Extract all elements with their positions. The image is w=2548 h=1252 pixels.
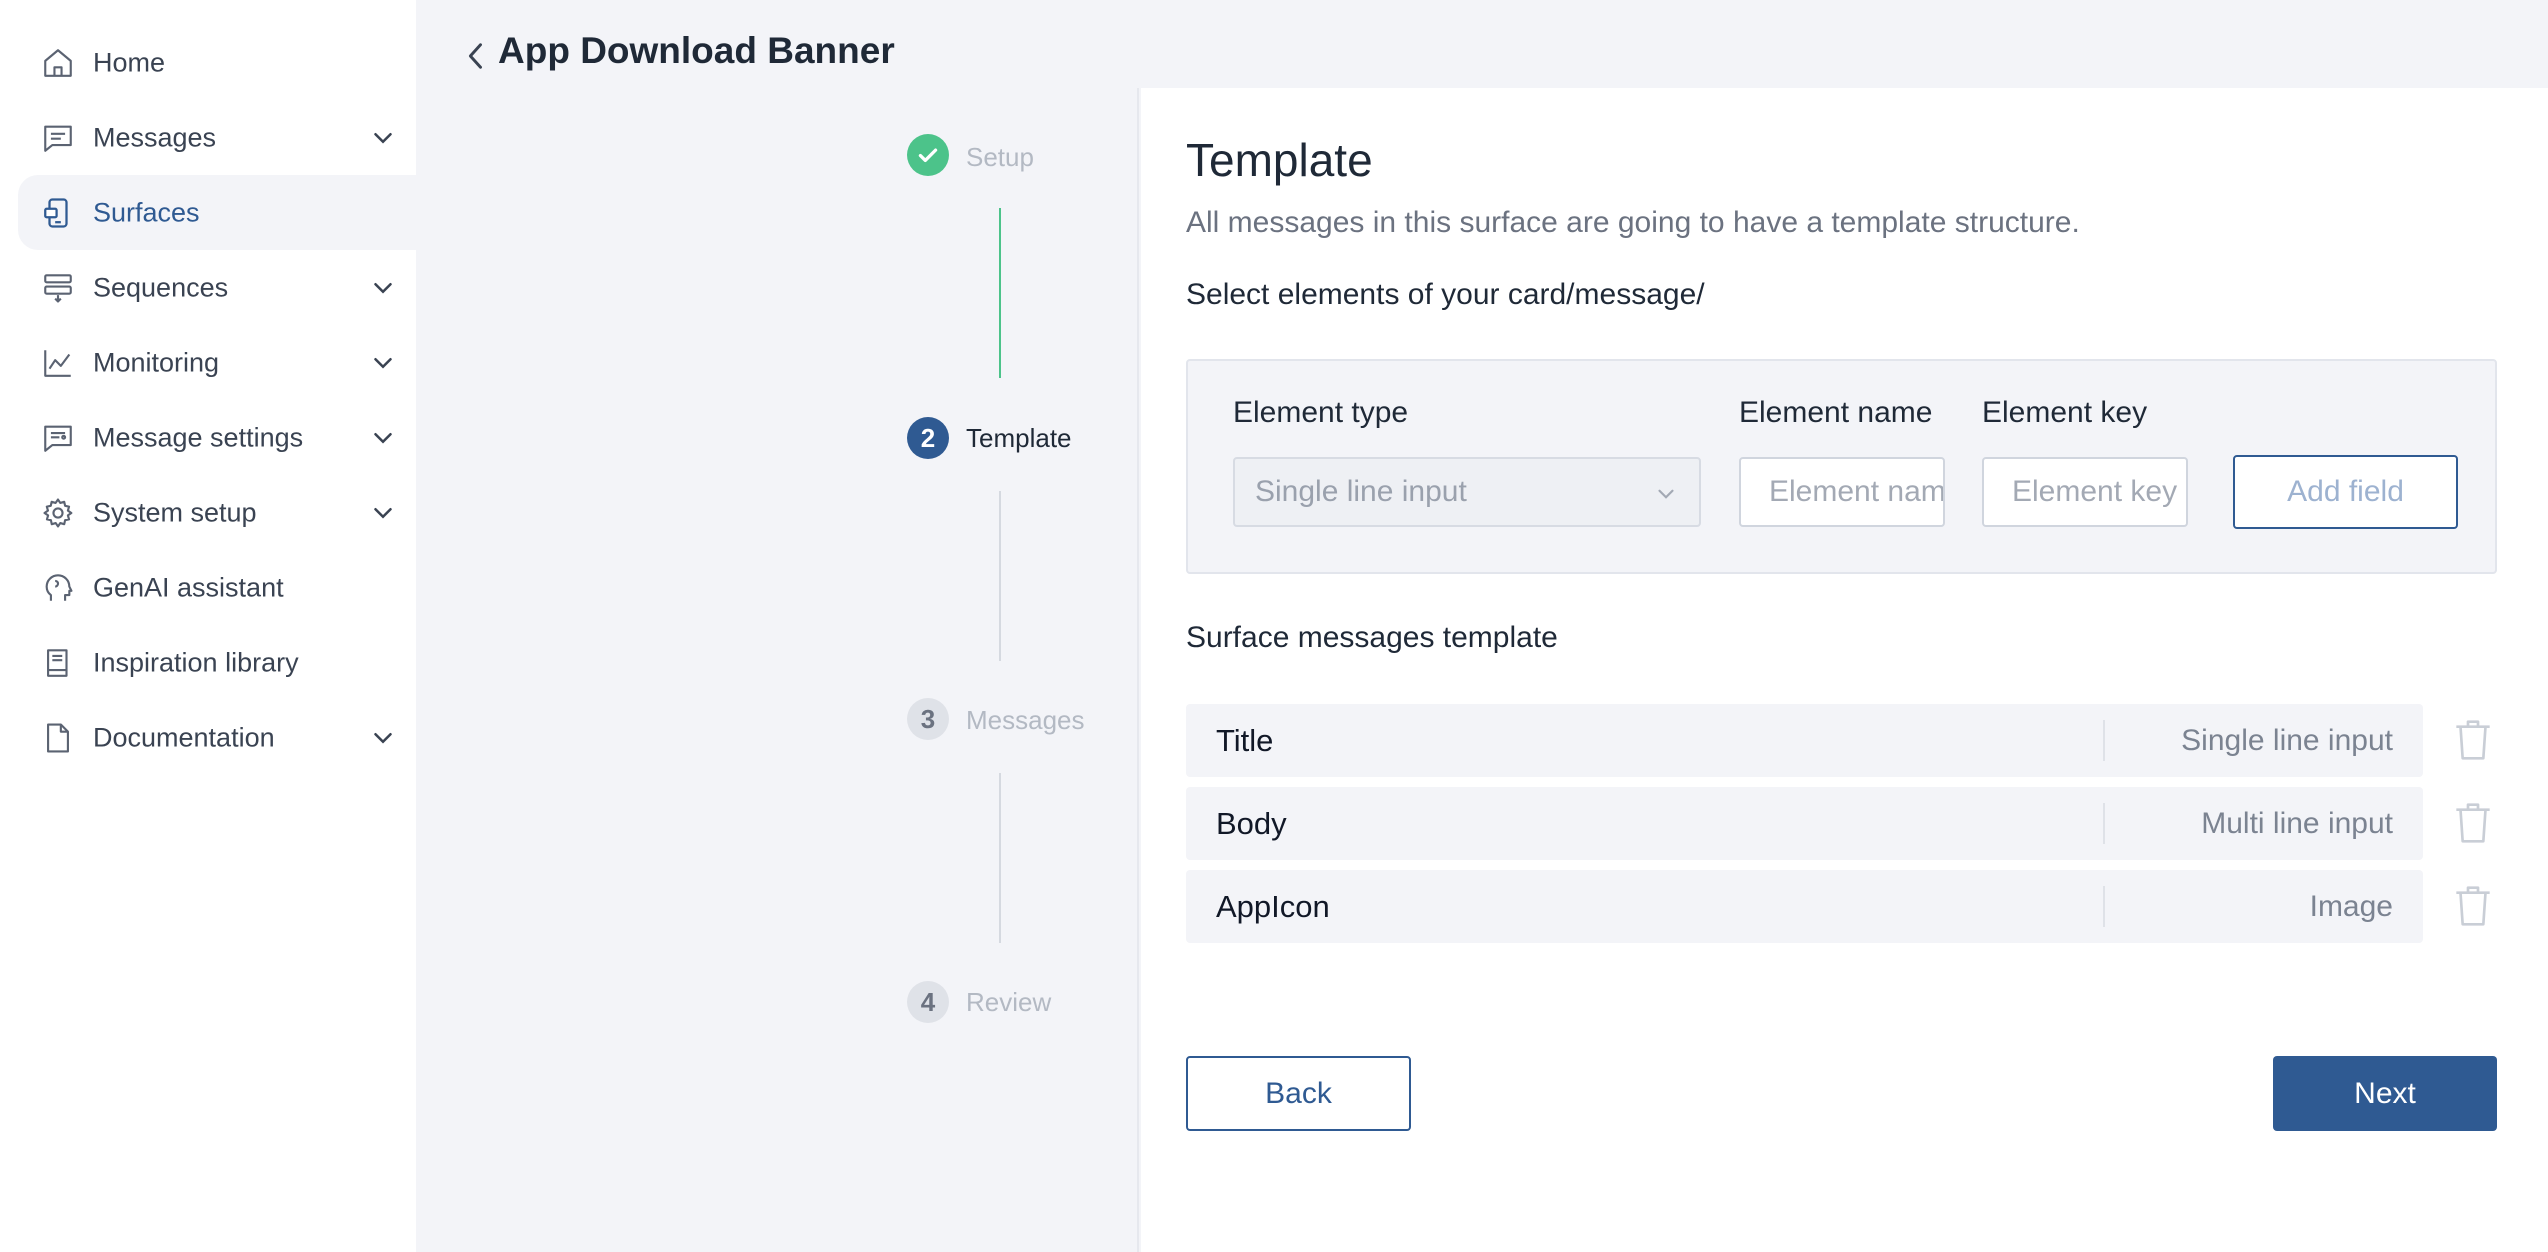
add-field-button[interactable]: Add field [2233, 455, 2458, 529]
chevron-left-icon[interactable] [462, 38, 490, 74]
message-icon [40, 120, 76, 156]
gear-icon [40, 495, 76, 531]
chevron-down-icon[interactable] [368, 723, 398, 753]
sidebar-item-label: Messages [93, 122, 217, 152]
sidebar-item-label: Monitoring [93, 347, 220, 377]
template-row[interactable]: AppIcon Image [1186, 870, 2423, 943]
sidebar-item-label: Inspiration library [93, 647, 299, 677]
sidebar-item-monitoring[interactable]: Monitoring [18, 325, 416, 400]
sidebar-item-system-setup[interactable]: System setup [18, 475, 416, 550]
chart-icon [40, 345, 76, 381]
sidebar-item-sequences[interactable]: Sequences [18, 250, 416, 325]
element-name-input[interactable] [1739, 457, 1945, 527]
element-form: Element type Element name Element key Si… [1186, 359, 2497, 574]
trash-icon[interactable] [2453, 801, 2493, 845]
sidebar-item-label: Message settings [93, 422, 304, 452]
section-title: Template [1186, 134, 1373, 186]
divider [2103, 803, 2105, 844]
check-icon [907, 134, 949, 176]
sidebar-item-label: GenAI assistant [93, 572, 284, 602]
step-number-template: 2 [907, 417, 949, 459]
element-key-input[interactable] [1982, 457, 2188, 527]
step-connector [999, 491, 1001, 661]
element-type-select[interactable]: Single line input [1233, 457, 1701, 527]
section-subtitle: All messages in this surface are going t… [1186, 206, 2080, 239]
step-number-review: 4 [907, 981, 949, 1023]
template-row[interactable]: Body Multi line input [1186, 787, 2423, 860]
template-row-type: Single line input [2181, 723, 2393, 757]
step-label-setup[interactable]: Setup [966, 142, 1034, 173]
trash-icon[interactable] [2453, 884, 2493, 928]
trash-icon[interactable] [2453, 718, 2493, 762]
element-type-value: Single line input [1255, 475, 1467, 508]
template-row-type: Multi line input [2201, 806, 2393, 840]
select-elements-label: Select elements of your card/message/ [1186, 278, 1705, 311]
sidebar-item-label: System setup [93, 497, 257, 527]
surfaces-icon [40, 195, 76, 231]
sidebar-item-surfaces[interactable]: Surfaces [18, 175, 416, 250]
sequences-icon [40, 270, 76, 306]
template-row-name: Body [1216, 805, 1287, 841]
divider [2103, 886, 2105, 927]
stepper: Setup 2 Template 3 Messages 4 Review [861, 88, 1139, 1252]
chevron-down-icon[interactable] [368, 423, 398, 453]
step-connector [999, 773, 1001, 943]
sidebar: Home Messages Surfaces Sequences Monitor… [0, 0, 416, 1252]
sidebar-item-inspiration-library[interactable]: Inspiration library [18, 625, 416, 700]
back-button[interactable]: Back [1186, 1056, 1411, 1131]
next-button[interactable]: Next [2273, 1056, 2497, 1131]
page-title: App Download Banner [498, 30, 895, 71]
divider [2103, 720, 2105, 761]
element-key-label: Element key [1982, 396, 2148, 429]
step-number-messages: 3 [907, 698, 949, 740]
element-type-label: Element type [1233, 396, 1409, 429]
sidebar-item-label: Documentation [93, 722, 275, 752]
sidebar-item-documentation[interactable]: Documentation [18, 700, 416, 775]
sidebar-item-message-settings[interactable]: Message settings [18, 400, 416, 475]
book-icon [40, 645, 76, 681]
step-label-review[interactable]: Review [966, 987, 1051, 1018]
chevron-down-icon [1658, 489, 1674, 499]
sidebar-item-label: Home [93, 47, 166, 77]
chevron-down-icon[interactable] [368, 348, 398, 378]
template-heading: Surface messages template [1186, 621, 1558, 654]
sidebar-item-label: Sequences [93, 272, 229, 302]
template-row-type: Image [2309, 889, 2393, 923]
template-row-name: AppIcon [1216, 888, 1330, 924]
document-icon [40, 720, 76, 756]
message-settings-icon [40, 420, 76, 456]
step-label-messages[interactable]: Messages [966, 705, 1085, 736]
sidebar-item-genai-assistant[interactable]: GenAI assistant [18, 550, 416, 625]
main-content: Template All messages in this surface ar… [1141, 88, 2548, 1252]
sidebar-item-home[interactable]: Home [18, 25, 416, 100]
step-connector [999, 208, 1001, 378]
element-name-label: Element name [1739, 396, 1933, 429]
sidebar-item-label: Surfaces [93, 197, 200, 227]
ai-head-icon [40, 570, 76, 606]
template-row-name: Title [1216, 722, 1274, 758]
step-label-template[interactable]: Template [966, 423, 1072, 454]
chevron-down-icon[interactable] [368, 498, 398, 528]
home-icon [40, 45, 76, 81]
sidebar-item-messages[interactable]: Messages [18, 100, 416, 175]
chevron-down-icon[interactable] [368, 273, 398, 303]
chevron-down-icon[interactable] [368, 123, 398, 153]
template-row[interactable]: Title Single line input [1186, 704, 2423, 777]
